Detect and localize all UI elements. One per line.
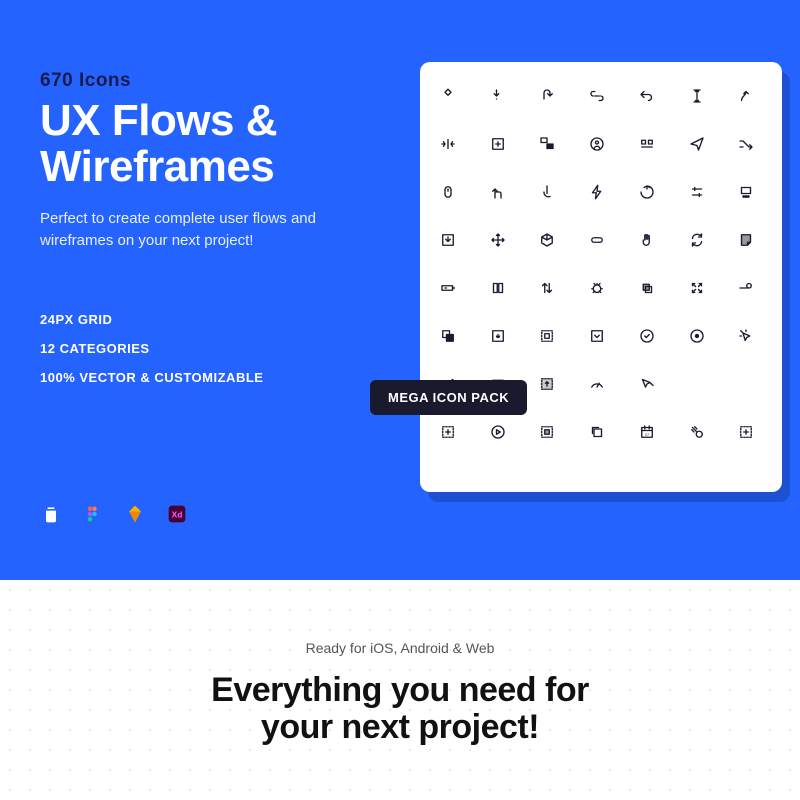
bolt-icon xyxy=(587,182,607,202)
gauge-icon xyxy=(587,374,607,394)
sketch-icon xyxy=(124,503,146,525)
pill-icon xyxy=(587,230,607,250)
svg-text:27: 27 xyxy=(645,433,649,437)
shuffle-icon xyxy=(736,134,756,154)
move-icon xyxy=(488,230,508,250)
collapse-horizontal-icon xyxy=(438,134,458,154)
hand-icon xyxy=(637,230,657,250)
add-dashed-icon xyxy=(736,422,756,442)
svg-text:Xd: Xd xyxy=(172,509,183,519)
layers-icon xyxy=(637,278,657,298)
overlap-icon xyxy=(438,326,458,346)
secondary-section: Ready for iOS, Android & Web Everything … xyxy=(0,580,800,800)
note-icon xyxy=(736,230,756,250)
cube-icon xyxy=(537,230,557,250)
check-circle-icon xyxy=(637,326,657,346)
meteor-icon xyxy=(687,422,707,442)
icon-preview-panel: 404 27 xyxy=(420,62,782,492)
section2-title: Everything you need for your next projec… xyxy=(40,672,760,747)
selection-icon xyxy=(537,422,557,442)
mouse-icon xyxy=(438,182,458,202)
battery-icon xyxy=(438,278,458,298)
figma-icon xyxy=(82,503,104,525)
tap-icon xyxy=(488,326,508,346)
dropdown-icon xyxy=(587,326,607,346)
pointer-arrow-icon xyxy=(637,374,657,394)
placeholder-icon xyxy=(687,374,707,394)
adobe-xd-icon: Xd xyxy=(166,503,188,525)
play-circle-icon xyxy=(488,422,508,442)
add-box-icon xyxy=(438,422,458,442)
copy-icon xyxy=(587,422,607,442)
diamond-icon xyxy=(438,86,458,106)
rotate-icon xyxy=(637,182,657,202)
hero-section: 670 Icons UX Flows & Wireframes Perfect … xyxy=(0,0,800,580)
send-icon xyxy=(687,134,707,154)
resize-vertical-icon xyxy=(687,86,707,106)
layout-icon xyxy=(488,134,508,154)
refresh-icon xyxy=(687,230,707,250)
download-box-icon xyxy=(438,230,458,250)
expand-icon xyxy=(687,278,707,298)
section2-eyebrow: Ready for iOS, Android & Web xyxy=(40,640,760,656)
subtitle-text: Perfect to create complete user flows an… xyxy=(40,208,380,252)
columns-icon xyxy=(488,278,508,298)
branch-icon xyxy=(488,182,508,202)
tool-icons-row: Xd xyxy=(40,503,188,525)
touch-icon xyxy=(537,182,557,202)
arrow-curve-icon xyxy=(736,86,756,106)
upload-area-icon xyxy=(537,374,557,394)
iconjar-icon xyxy=(40,503,62,525)
undo-icon xyxy=(637,86,657,106)
toggle-icon xyxy=(736,278,756,298)
select-area-icon xyxy=(537,326,557,346)
mega-pack-badge: MEGA ICON PACK xyxy=(370,380,527,415)
bug-icon xyxy=(587,278,607,298)
cursor-click-icon xyxy=(736,326,756,346)
user-circle-icon xyxy=(587,134,607,154)
sliders-icon xyxy=(687,182,707,202)
grid-icon xyxy=(637,134,657,154)
swap-vertical-icon xyxy=(537,278,557,298)
placeholder-icon xyxy=(736,374,756,394)
u-turn-icon xyxy=(537,86,557,106)
target-icon xyxy=(687,326,707,346)
windows-icon xyxy=(537,134,557,154)
carousel-icon xyxy=(736,182,756,202)
calendar-icon: 27 xyxy=(637,422,657,442)
link-icon xyxy=(587,86,607,106)
pointer-icon xyxy=(488,86,508,106)
